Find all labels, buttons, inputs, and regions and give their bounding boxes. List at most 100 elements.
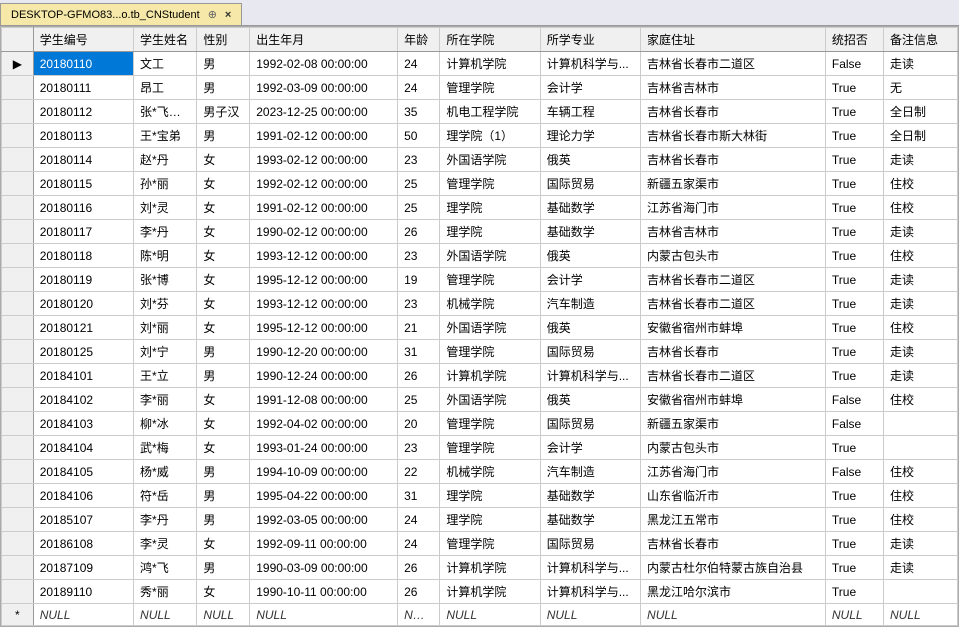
cell[interactable]: 50 [398,124,440,148]
row-header[interactable] [2,292,34,316]
cell[interactable]: True [825,364,883,388]
corner-cell[interactable] [2,28,34,52]
table-row[interactable]: 20185107李*丹男1992-03-05 00:00:0024理学院基础数学… [2,508,958,532]
cell[interactable]: 计算机科学与... [540,52,640,76]
cell[interactable]: 25 [398,196,440,220]
table-row[interactable]: 20180112张*飞哥哥男子汉2023-12-25 00:00:0035机电工… [2,100,958,124]
col-header[interactable]: 备注信息 [883,28,957,52]
cell[interactable]: 李*灵 [134,532,197,556]
cell[interactable]: 刘*芬 [134,292,197,316]
cell[interactable]: 孙*丽 [134,172,197,196]
cell[interactable]: 吉林省长春市 [641,532,826,556]
cell[interactable]: 吉林省长春市二道区 [641,268,826,292]
table-row[interactable]: 20184102李*丽女1991-12-08 00:00:0025外国语学院俄英… [2,388,958,412]
cell[interactable]: 张*博 [134,268,197,292]
cell[interactable]: 山东省临沂市 [641,484,826,508]
cell[interactable]: 20180112 [33,100,133,124]
cell[interactable]: NULL [440,604,540,626]
cell[interactable]: True [825,556,883,580]
cell[interactable]: NULL [641,604,826,626]
cell[interactable]: 20184103 [33,412,133,436]
cell[interactable]: 住校 [883,388,957,412]
cell[interactable]: 25 [398,388,440,412]
cell[interactable]: 李*丽 [134,388,197,412]
cell[interactable]: 35 [398,100,440,124]
cell[interactable]: True [825,124,883,148]
cell[interactable]: 31 [398,340,440,364]
cell[interactable]: 1992-02-08 00:00:00 [250,52,398,76]
cell[interactable]: 基础数学 [540,196,640,220]
cell[interactable]: 基础数学 [540,484,640,508]
col-header[interactable]: 学生编号 [33,28,133,52]
cell[interactable]: 1992-03-05 00:00:00 [250,508,398,532]
cell[interactable]: 俄英 [540,148,640,172]
cell[interactable]: 计算机科学与... [540,580,640,604]
cell[interactable]: 20 [398,412,440,436]
cell[interactable]: False [825,412,883,436]
table-row[interactable]: 20184101王*立男1990-12-24 00:00:0026计算机学院计算… [2,364,958,388]
cell[interactable]: 吉林省长春市 [641,340,826,364]
table-row[interactable]: 20180118陈*明女1993-12-12 00:00:0023外国语学院俄英… [2,244,958,268]
cell[interactable]: 走读 [883,292,957,316]
table-row[interactable]: 20180120刘*芬女1993-12-12 00:00:0023机械学院汽车制… [2,292,958,316]
cell[interactable]: 1995-12-12 00:00:00 [250,268,398,292]
cell[interactable]: 20180118 [33,244,133,268]
cell[interactable]: 26 [398,220,440,244]
cell[interactable]: True [825,484,883,508]
row-header[interactable] [2,196,34,220]
col-header[interactable]: 学生姓名 [134,28,197,52]
table-row[interactable]: 20184103柳*冰女1992-04-02 00:00:0020管理学院国际贸… [2,412,958,436]
cell[interactable]: 全日制 [883,100,957,124]
cell[interactable]: 吉林省长春市二道区 [641,292,826,316]
cell[interactable]: 男 [197,484,250,508]
cell[interactable] [883,436,957,460]
cell[interactable]: 23 [398,148,440,172]
cell[interactable]: True [825,148,883,172]
cell[interactable]: 2023-12-25 00:00:00 [250,100,398,124]
cell[interactable]: 外国语学院 [440,244,540,268]
cell[interactable]: 内蒙古包头市 [641,244,826,268]
cell[interactable]: 秀*丽 [134,580,197,604]
cell[interactable]: 国际贸易 [540,172,640,196]
cell[interactable]: 理学院 [440,220,540,244]
cell[interactable]: 黑龙江五常市 [641,508,826,532]
cell[interactable]: 柳*冰 [134,412,197,436]
cell[interactable]: 走读 [883,148,957,172]
cell[interactable]: NULL [33,604,133,626]
row-header[interactable] [2,268,34,292]
cell[interactable]: 20184105 [33,460,133,484]
table-row[interactable]: 20184105杨*威男1994-10-09 00:00:0022机械学院汽车制… [2,460,958,484]
cell[interactable]: 20180121 [33,316,133,340]
cell[interactable]: 江苏省海门市 [641,196,826,220]
cell[interactable]: 男 [197,124,250,148]
cell[interactable]: 女 [197,580,250,604]
cell[interactable]: 计算机学院 [440,556,540,580]
cell[interactable]: True [825,196,883,220]
cell[interactable]: 住校 [883,316,957,340]
cell[interactable]: True [825,292,883,316]
row-header[interactable] [2,460,34,484]
cell[interactable]: 1992-04-02 00:00:00 [250,412,398,436]
cell[interactable]: 23 [398,436,440,460]
cell[interactable]: 刘*灵 [134,196,197,220]
cell[interactable]: 张*飞哥哥 [134,100,197,124]
cell[interactable]: 男 [197,340,250,364]
cell[interactable]: True [825,244,883,268]
cell[interactable]: 内蒙古包头市 [641,436,826,460]
cell[interactable]: True [825,76,883,100]
cell[interactable]: 内蒙古杜尔伯特蒙古族自治县 [641,556,826,580]
cell[interactable]: 男 [197,76,250,100]
cell[interactable]: 男 [197,460,250,484]
cell[interactable]: 国际贸易 [540,412,640,436]
table-row[interactable]: 20189110秀*丽女1990-10-11 00:00:0026计算机学院计算… [2,580,958,604]
cell[interactable]: 理学院 [440,196,540,220]
cell[interactable]: 女 [197,172,250,196]
cell[interactable]: 走读 [883,220,957,244]
cell[interactable]: 住校 [883,244,957,268]
col-header[interactable]: 所在学院 [440,28,540,52]
cell[interactable]: 计算机科学与... [540,364,640,388]
cell[interactable]: 走读 [883,532,957,556]
cell[interactable]: 管理学院 [440,340,540,364]
cell[interactable]: 24 [398,508,440,532]
cell[interactable]: 24 [398,76,440,100]
